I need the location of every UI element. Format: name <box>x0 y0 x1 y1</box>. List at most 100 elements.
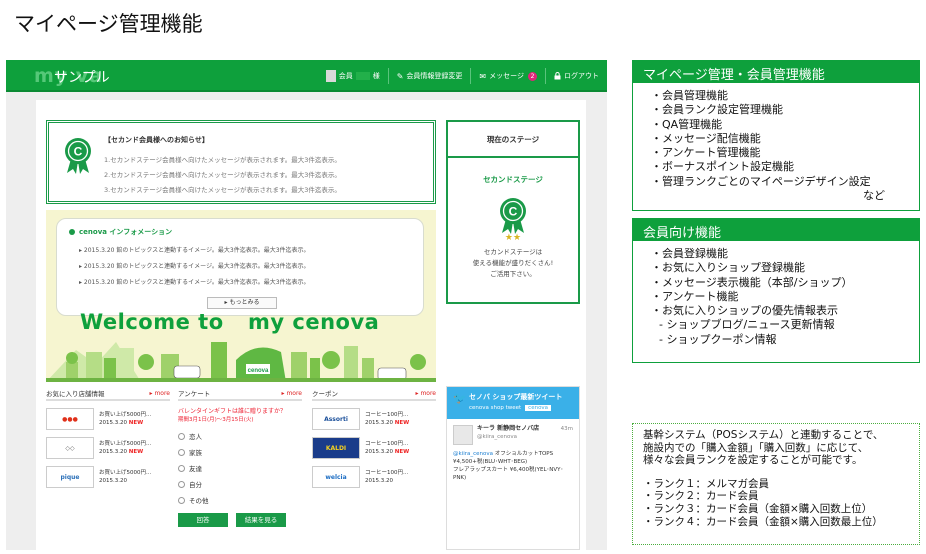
svg-text:C: C <box>74 145 83 159</box>
information-item[interactable]: ▸ 2015.3.20 館のトピックスと連動するイメージ。最大3件迄表示。最大3… <box>79 259 310 275</box>
rank-item: ・ランク１：メルマガ会員 <box>643 477 769 490</box>
survey-option[interactable]: 恋人 <box>178 431 302 441</box>
information-item[interactable]: ▸ 2015.3.20 館のトピックスと連動するイメージ。最大3件迄表示。最大3… <box>79 243 310 259</box>
radio-button[interactable] <box>178 496 185 504</box>
logo-text: サンプル <box>54 70 110 86</box>
option-label: 自分 <box>189 481 202 489</box>
view-results-button[interactable]: 結果を見る <box>236 513 286 527</box>
stage-stars: ★★ <box>504 233 522 243</box>
more-link-label: more <box>286 390 302 397</box>
tweet-handle: @kiira_cenova <box>477 434 518 440</box>
edit-profile-link[interactable]: ✎ 会員情報登録変更 <box>387 68 471 84</box>
rank-note-box: 基幹システム（POSシステム）と連動することで、 施設内での「購入金額」「購入回… <box>632 423 920 545</box>
list-item: ・メッセージ配信機能 <box>651 131 761 145</box>
coupon-logo: Assorti <box>312 408 360 430</box>
list-item: ・会員登録機能 <box>651 247 728 260</box>
radio-button[interactable] <box>178 448 185 456</box>
information-item-text: 2015.3.20 館のトピックスと連動するイメージ。最大3件迄表示。最大3件迄… <box>83 247 310 254</box>
survey-column: アンケート ▸ more バレンタインギフトは誰に贈りますか？ 期間3月1日(月… <box>178 388 302 538</box>
tweet-text-line: オフショルカットTOPS <box>493 451 554 457</box>
more-button-label: もっとみる <box>229 299 260 306</box>
information-item[interactable]: ▸ 2015.3.20 館のトピックスと連動するイメージ。最大3件迄表示。最大3… <box>79 275 310 291</box>
store-logo: pique <box>46 466 94 488</box>
radio-button[interactable] <box>178 480 185 488</box>
member-name-mask <box>355 72 370 80</box>
store-text: お買い上げ5000円... 2015.3.20 <box>99 469 151 485</box>
list-item: ・アンケート管理機能 <box>651 146 761 160</box>
list-item[interactable]: Assorti コーヒー100円... 2015.3.20 NEW <box>312 408 436 430</box>
page-title: マイページ管理機能 <box>14 12 203 36</box>
stage-desc-line: 使える機能が盛りだくさん! <box>472 259 554 267</box>
rosette-badge-icon: C <box>500 198 526 234</box>
store-text: お買い上げ5000円... 2015.3.20 NEW <box>99 440 151 456</box>
notice-line: 3.セカンドステージ会員様へ向けたメッセージが表示されます。最大3件迄表示。 <box>104 186 341 194</box>
current-stage-box: 現在のステージ セカンドステージ C ★★ セカンドステージは 使える機能が盛り… <box>446 120 580 304</box>
coupons-title: クーポン <box>312 390 338 398</box>
coupon-date: 2015.3.20 <box>365 449 393 455</box>
pencil-icon: ✎ <box>396 71 404 81</box>
logout-label: ログアウト <box>564 72 599 80</box>
list-item: ・会員管理機能 <box>651 89 728 102</box>
tweet-user[interactable]: キーラ 新静岡セノバ店 <box>477 425 539 433</box>
stage-header: 現在のステージ <box>448 122 578 158</box>
option-label: その他 <box>189 497 209 505</box>
list-item: ・会員ランク設定管理機能 <box>651 103 783 117</box>
new-badge: NEW <box>128 420 144 426</box>
list-item[interactable]: welcia コーヒー100円... 2015.3.20 <box>312 466 436 488</box>
welcome-banner: cenova インフォメーション ▸ 2015.3.20 館のトピックスと連動す… <box>46 210 436 382</box>
survey-header: アンケート ▸ more <box>178 388 302 401</box>
answer-button[interactable]: 回答 <box>178 513 228 527</box>
twitter-bird-icon: 🐦 <box>453 392 467 405</box>
radio-button[interactable] <box>178 464 185 472</box>
messages-link[interactable]: ✉ メッセージ 2 <box>470 68 545 84</box>
survey-option[interactable]: その他 <box>178 495 302 505</box>
coupon-text: コーヒー100円... 2015.3.20 <box>365 469 408 485</box>
information-item-text: 2015.3.20 館のトピックスと連動するイメージ。最大3件迄表示。最大3件迄… <box>83 263 310 270</box>
radio-button[interactable] <box>178 432 185 440</box>
survey-question-text: バレンタインギフトは誰に贈りますか？ <box>178 408 287 415</box>
store-text: お買い上げ5000円... 2015.3.20 NEW <box>99 411 151 427</box>
list-item[interactable]: ●●● お買い上げ5000円... 2015.3.20 NEW <box>46 408 170 430</box>
tweet-body: キーラ 新静岡セノバ店 @kiira_cenova 43m @kiira_cen… <box>447 419 579 488</box>
information-item-text: 2015.3.20 館のトピックスと連動するイメージ。最大3件迄表示。最大3件迄… <box>83 279 310 286</box>
avatar <box>325 70 336 82</box>
favorite-stores-column: お気に入り店舗情報 ▸ more ●●● お買い上げ5000円... 2015.… <box>46 388 170 538</box>
coupon-logo: KALDI <box>312 437 360 459</box>
information-lines: ▸ 2015.3.20 館のトピックスと連動するイメージ。最大3件迄表示。最大3… <box>79 243 310 291</box>
list-item: - ショップクーポン情報 <box>659 332 777 346</box>
mypage-body: C 【セカンド会員様へのお知らせ】 1.セカンドステージ会員様へ向けたメッセージ… <box>36 100 586 550</box>
new-badge: NEW <box>394 449 410 455</box>
avatar[interactable] <box>453 425 473 445</box>
tweet-mention-link[interactable]: @kiira_cenova <box>453 451 493 457</box>
new-badge: NEW <box>128 449 144 455</box>
list-item[interactable]: KALDI コーヒー100円... 2015.3.20 NEW <box>312 437 436 459</box>
survey-more-link[interactable]: ▸ more <box>282 390 302 397</box>
site-logo[interactable]: my va サンプル <box>34 65 134 87</box>
more-button[interactable]: ▸ もっとみる <box>207 297 277 309</box>
coupons-more-link[interactable]: ▸ more <box>416 390 436 397</box>
tweet-text-line: フレアラップスカート ¥6,400税(YEL･NVY･PNK) <box>453 467 564 481</box>
member-suffix: 様 <box>372 72 380 80</box>
stage-badge: C <box>448 197 578 235</box>
option-label: 家族 <box>189 449 202 457</box>
survey-option[interactable]: 友達 <box>178 463 302 473</box>
coupon-date: 2015.3.20 <box>365 420 393 426</box>
list-item[interactable]: ◇◇ お買い上げ5000円... 2015.3.20 NEW <box>46 437 170 459</box>
logout-link[interactable]: ログアウト <box>545 68 607 84</box>
message-count-badge: 2 <box>528 71 537 81</box>
survey-option[interactable]: 自分 <box>178 479 302 489</box>
list-item[interactable]: pique お買い上げ5000円... 2015.3.20 <box>46 466 170 488</box>
store-logo: ●●● <box>46 408 94 430</box>
panel-title: 会員向け機能 <box>633 219 919 241</box>
store-desc: お買い上げ5000円... <box>99 470 152 476</box>
list-item: など <box>863 189 885 203</box>
tweet-header: 🐦 セノバ ショップ最新ツイート cenova shop tweet cenova <box>447 387 579 419</box>
coupons-column: クーポン ▸ more Assorti コーヒー100円... 2015.3.2… <box>312 388 436 538</box>
member-notice-box: C 【セカンド会員様へのお知らせ】 1.セカンドステージ会員様へ向けたメッセージ… <box>46 120 436 204</box>
favorite-more-link[interactable]: ▸ more <box>150 390 170 397</box>
survey-period: 期間3月1日(月)〜3月15日(火) <box>178 417 254 423</box>
mypage-admin-panel: マイページ管理・会員管理機能 ・会員管理機能 ・会員ランク設定管理機能 ・QA管… <box>632 60 920 211</box>
new-badge: NEW <box>394 420 410 426</box>
favorite-stores-title: お気に入り店舗情報 <box>46 390 105 398</box>
survey-option[interactable]: 家族 <box>178 447 302 457</box>
